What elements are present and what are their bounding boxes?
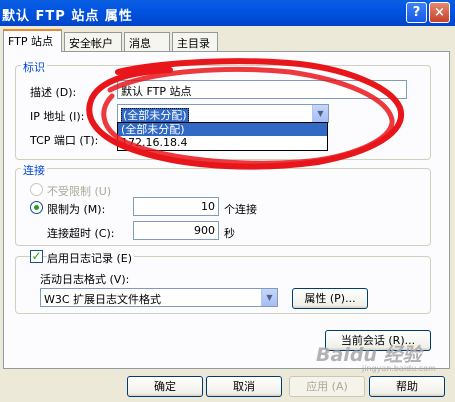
cancel-button[interactable]: 取消	[206, 376, 282, 397]
watermark-url: jingyan.baidu.com	[362, 364, 436, 373]
ip-address-label: IP 地址 (I):	[30, 110, 85, 123]
enable-logging-checkbox[interactable]: ✓	[30, 250, 43, 263]
max-connections-field[interactable]: 10	[133, 197, 219, 216]
tab-messages[interactable]: 消息	[124, 32, 170, 51]
ip-option-address[interactable]: 172.16.18.4	[118, 136, 327, 149]
description-label: 描述 (D):	[30, 86, 77, 99]
radio-selected-dot	[34, 205, 39, 210]
unlimited-radio[interactable]	[30, 183, 43, 196]
help-title-button[interactable]: ?	[406, 2, 427, 23]
window-title: 默认 FTP 站点 属性	[2, 9, 133, 24]
enable-logging-label: 启用日志记录 (E)	[47, 250, 135, 266]
ip-address-select[interactable]: (全部未分配) ▼	[117, 104, 329, 123]
log-format-value: W3C 扩展日志文件格式	[44, 293, 162, 306]
seconds-unit-label: 秒	[224, 227, 235, 240]
limited-radio[interactable]	[30, 201, 43, 214]
unlimited-label: 不受限制 (U)	[47, 185, 112, 198]
watermark-text: Baidu 经验	[316, 344, 422, 366]
connections-unit-label: 个连接	[224, 203, 257, 216]
title-bar: 默认 FTP 站点 属性 ? ×	[0, 0, 455, 26]
description-field[interactable]: 默认 FTP 站点	[117, 80, 407, 99]
ip-address-value: (全部未分配)	[121, 108, 189, 123]
close-icon[interactable]: ×	[429, 2, 450, 23]
limited-label: 限制为 (M):	[47, 203, 106, 216]
tab-ftp-site[interactable]: FTP 站点	[3, 29, 62, 52]
identification-legend: 标识	[21, 59, 47, 75]
connection-legend: 连接	[21, 162, 47, 178]
ip-address-dropdown-list[interactable]: (全部未分配) 172.16.18.4	[117, 122, 328, 151]
tab-security-accounts[interactable]: 安全帐户	[64, 32, 122, 51]
timeout-field[interactable]: 900	[133, 221, 219, 240]
ok-button[interactable]: 确定	[127, 376, 203, 397]
chevron-down-icon[interactable]: ▼	[312, 105, 328, 122]
tab-home-directory[interactable]: 主目录	[172, 32, 218, 51]
tcp-port-label: TCP 端口 (T):	[30, 134, 99, 147]
help-button[interactable]: 帮助	[369, 376, 445, 397]
log-format-label: 活动日志格式 (V):	[40, 273, 130, 286]
log-properties-button[interactable]: 属性 (P)...	[292, 288, 368, 309]
timeout-label: 连接超时 (C):	[47, 227, 115, 240]
log-format-select[interactable]: W3C 扩展日志文件格式 ▼	[40, 288, 278, 307]
chevron-down-icon[interactable]: ▼	[261, 289, 277, 306]
baidu-watermark: Baidu 经验 jingyan.baidu.com	[316, 340, 436, 373]
apply-button[interactable]: 应用 (A)	[289, 376, 365, 397]
ip-option-unassigned[interactable]: (全部未分配)	[118, 123, 327, 136]
